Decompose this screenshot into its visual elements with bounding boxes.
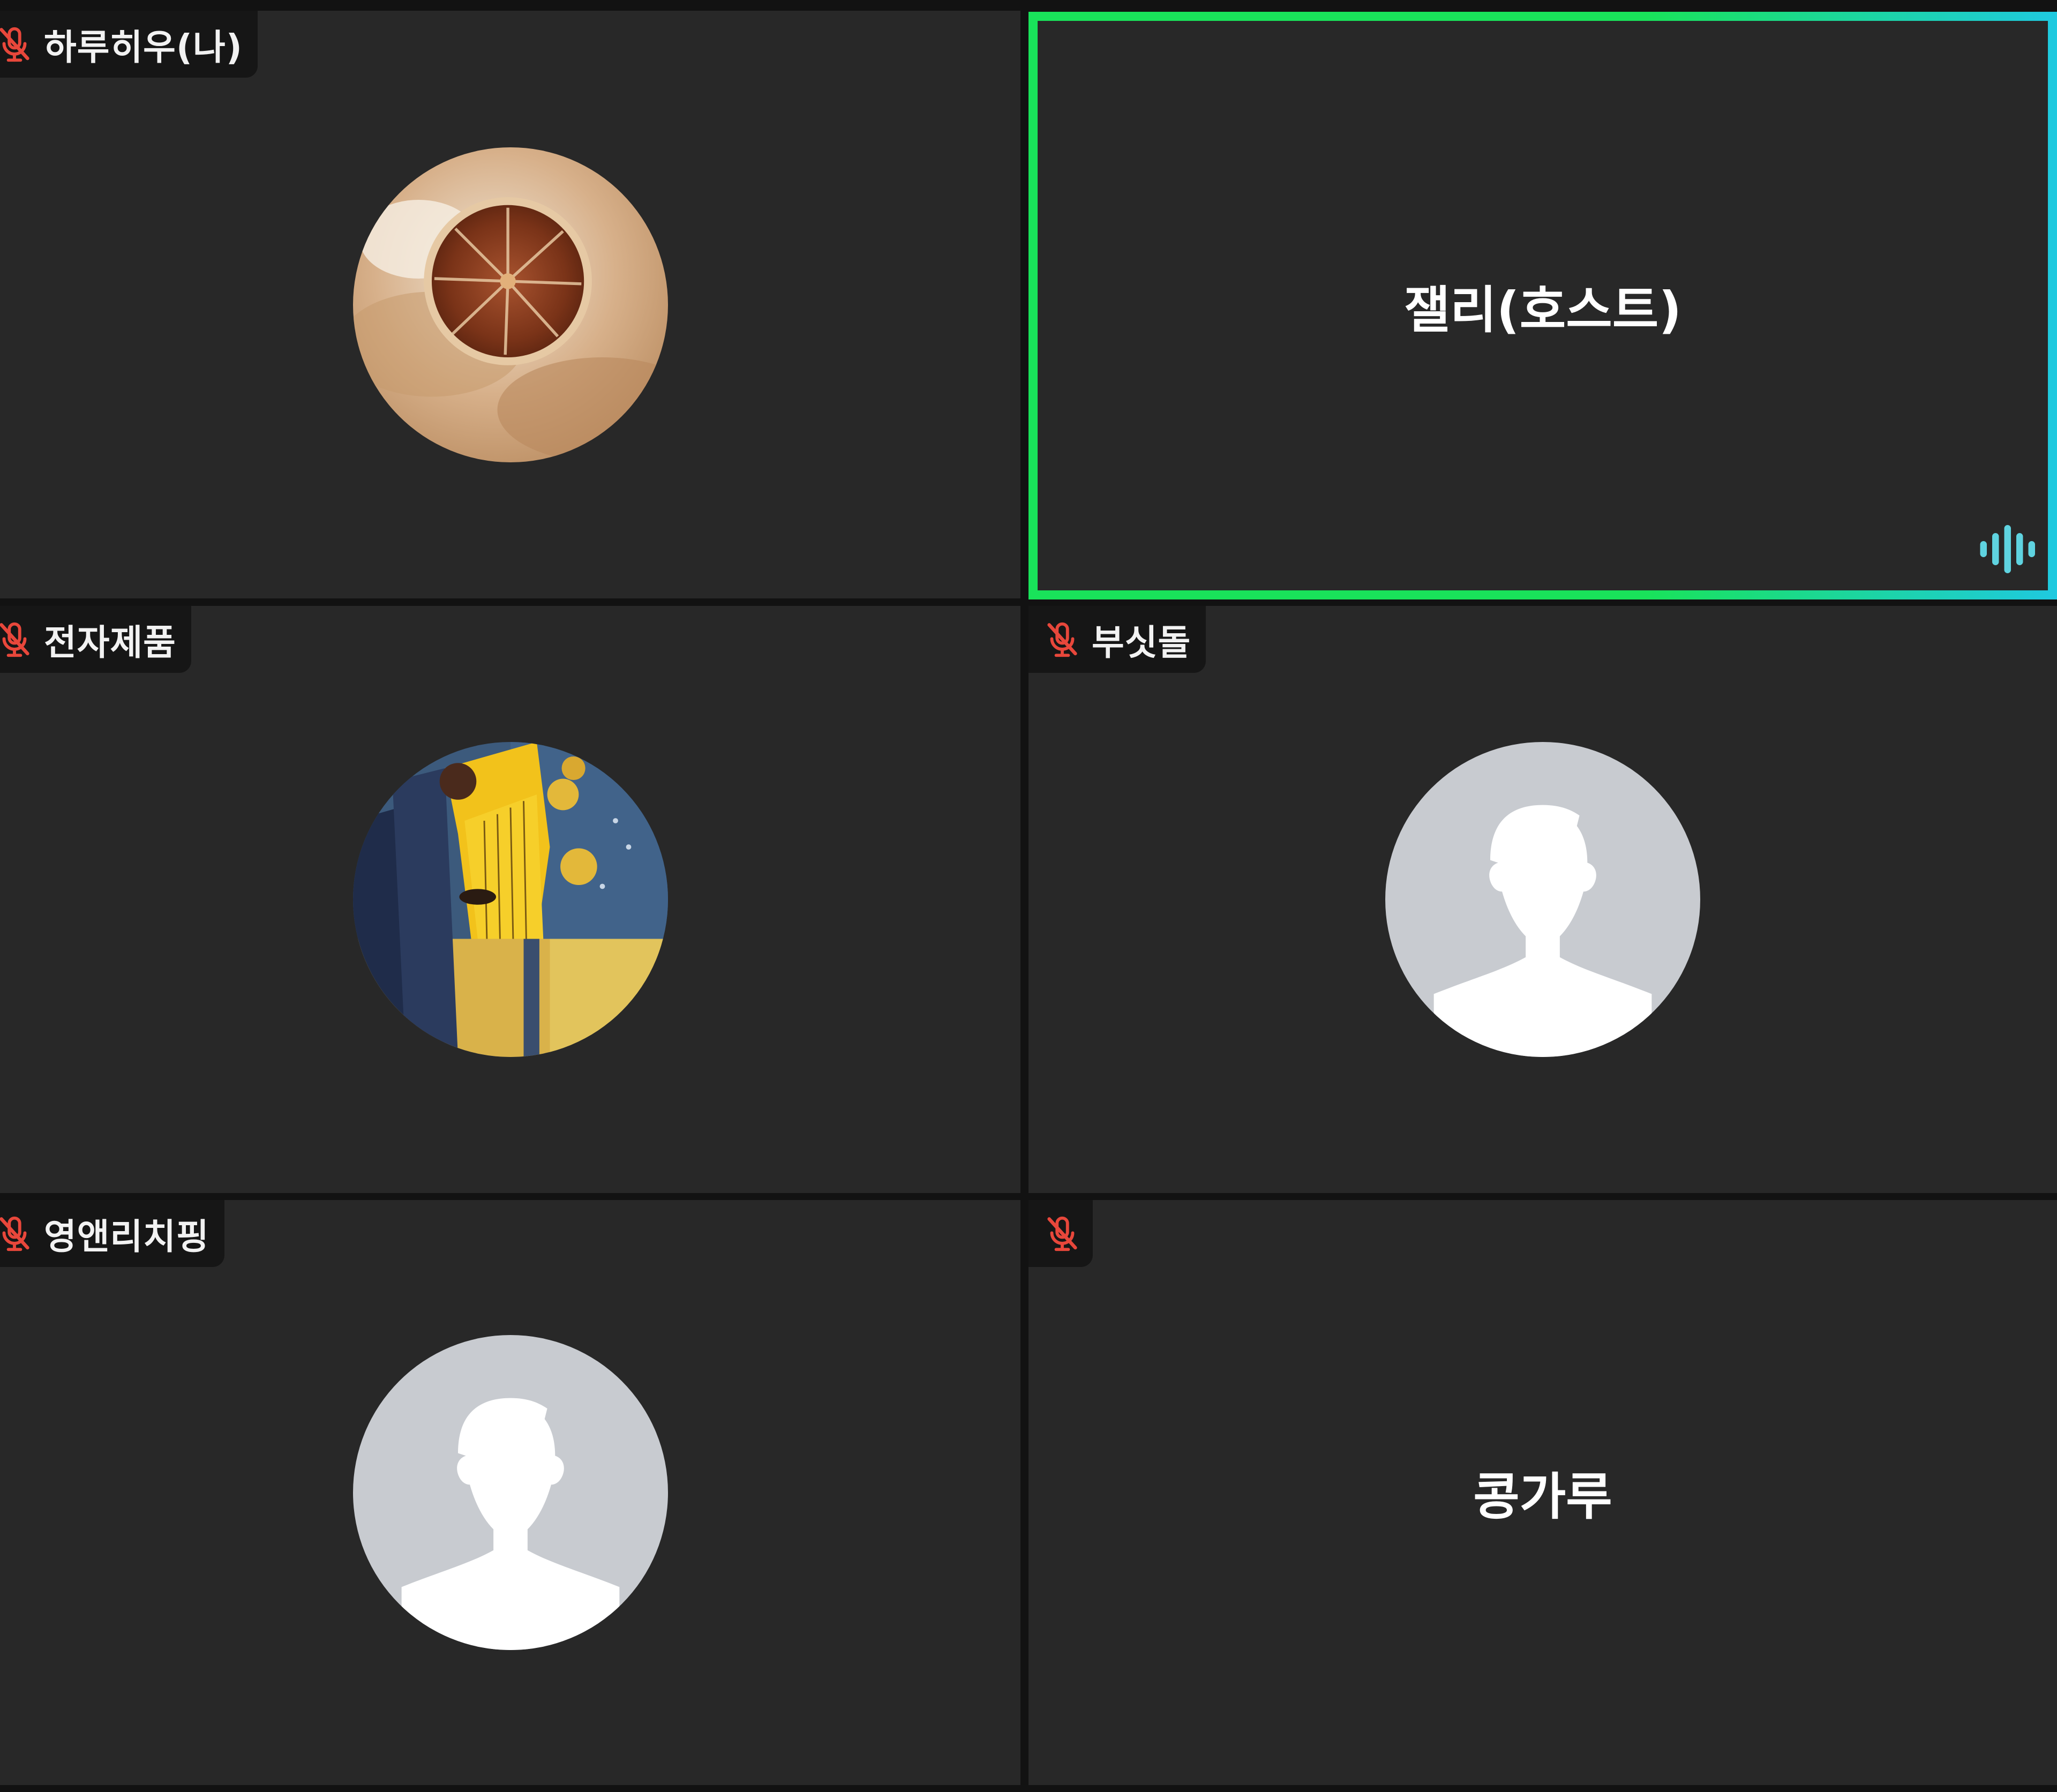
participant-tile[interactable]: 전자제품 bbox=[0, 606, 1020, 1193]
audio-wave-icon bbox=[1980, 525, 2035, 573]
participant-tile[interactable]: 부싯돌 bbox=[1028, 606, 2057, 1193]
participant-name-tag: 부싯돌 bbox=[1028, 606, 1206, 673]
participant-name-tag: 영앤리치핑 bbox=[0, 1200, 224, 1267]
participant-grid: 하루히우(나) 잴리(호스트) 전자제품 부싯돌 영앤리치핑 콩가루 bbox=[0, 0, 2057, 1792]
participant-name-tag: 전자제품 bbox=[0, 606, 191, 673]
participant-tile-host[interactable]: 잴리(호스트) bbox=[1028, 12, 2057, 599]
participant-name: 전자제품 bbox=[44, 621, 176, 663]
participant-name: 부싯돌 bbox=[1092, 621, 1191, 663]
dried-orange-photo bbox=[352, 147, 668, 462]
mic-off-icon bbox=[0, 24, 35, 65]
default-avatar bbox=[353, 1335, 668, 1650]
person-silhouette-icon bbox=[1385, 742, 1700, 1057]
participant-name: 하루히우(나) bbox=[44, 26, 243, 68]
participant-display-name: 콩가루 bbox=[1473, 1468, 1612, 1526]
mic-off-icon bbox=[0, 619, 35, 661]
avatar bbox=[352, 742, 668, 1057]
participant-tile[interactable]: 영앤리치핑 bbox=[0, 1200, 1020, 1785]
mic-off-icon bbox=[1041, 619, 1083, 661]
participant-name-tag: 하루히우(나) bbox=[0, 11, 258, 78]
golden-harp-painting bbox=[352, 742, 668, 1057]
person-silhouette-icon bbox=[353, 1335, 668, 1650]
participant-tile-self[interactable]: 하루히우(나) bbox=[0, 11, 1020, 598]
participant-name: 영앤리치핑 bbox=[44, 1216, 209, 1257]
mic-off-icon bbox=[1041, 1213, 1083, 1255]
mic-off-icon bbox=[0, 1213, 35, 1255]
default-avatar bbox=[1385, 742, 1700, 1057]
participant-name-tag bbox=[1028, 1200, 1093, 1267]
participant-tile[interactable]: 콩가루 bbox=[1028, 1200, 2057, 1785]
avatar bbox=[352, 147, 668, 462]
participant-display-name: 잴리(호스트) bbox=[1403, 281, 1682, 340]
